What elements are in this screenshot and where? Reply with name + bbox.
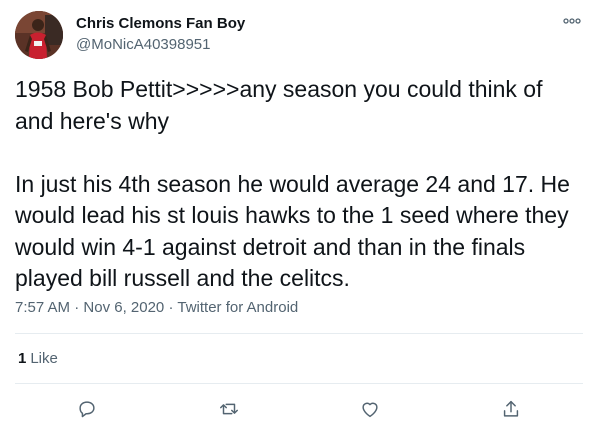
- tweet-paragraph: 1958 Bob Pettit>>>>>any season you could…: [15, 76, 543, 134]
- divider: [15, 383, 583, 384]
- meta-separator: ·: [168, 299, 174, 316]
- reply-icon: [79, 401, 95, 418]
- like-button[interactable]: [359, 398, 381, 420]
- likes-label: Like: [30, 350, 58, 367]
- display-name[interactable]: Chris Clemons Fan Boy: [76, 15, 245, 32]
- share-button[interactable]: [500, 398, 522, 420]
- share-icon: [503, 400, 519, 417]
- meta-separator: ·: [74, 299, 80, 316]
- user-handle[interactable]: @MoNicA40398951: [76, 36, 210, 53]
- likes-stat[interactable]: 1 Like: [18, 350, 58, 367]
- tweet-time[interactable]: 7:57 AM: [15, 299, 70, 316]
- more-options-button[interactable]: [560, 13, 584, 29]
- tweet-metadata: 7:57 AM · Nov 6, 2020 · Twitter for Andr…: [15, 299, 298, 316]
- tweet-text: 1958 Bob Pettit>>>>>any season you could…: [15, 74, 587, 295]
- divider: [15, 333, 583, 334]
- more-horizontal-icon: [563, 18, 581, 24]
- retweet-icon: [220, 403, 238, 415]
- avatar-image: [15, 11, 63, 59]
- tweet-date[interactable]: Nov 6, 2020: [83, 299, 164, 316]
- tweet-source[interactable]: Twitter for Android: [177, 299, 298, 316]
- retweet-button[interactable]: [218, 398, 240, 420]
- avatar[interactable]: [15, 11, 63, 59]
- heart-icon: [362, 402, 378, 418]
- tweet-paragraph: In just his 4th season he would average …: [15, 170, 570, 292]
- reply-button[interactable]: [76, 398, 98, 420]
- tweet-card: Chris Clemons Fan Boy @MoNicA40398951 19…: [0, 0, 598, 432]
- likes-count: 1: [18, 350, 27, 367]
